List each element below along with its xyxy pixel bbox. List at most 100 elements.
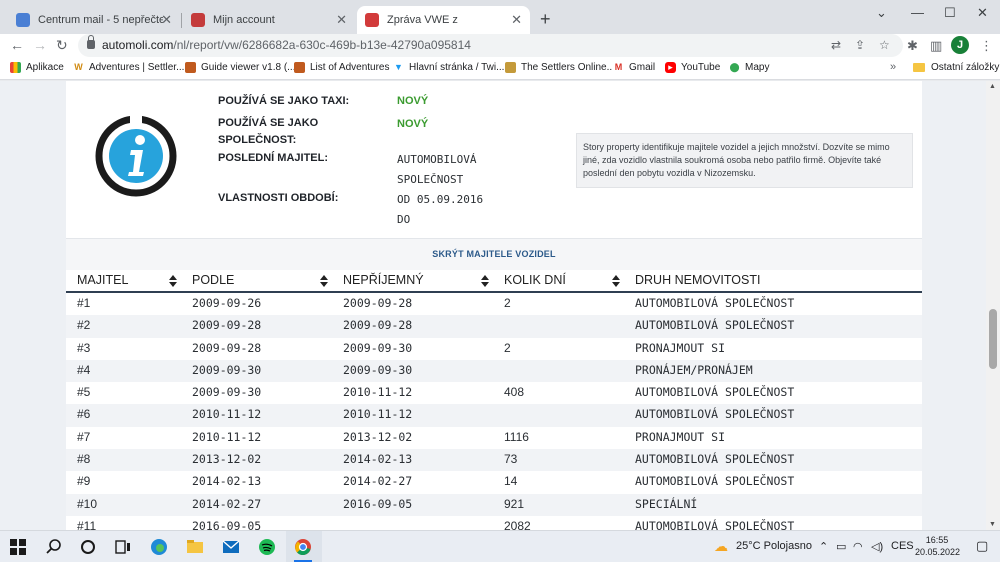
maximize-icon[interactable]: ☐ bbox=[944, 5, 956, 21]
weather-text[interactable]: 25°C Polojasno bbox=[736, 540, 812, 552]
sort-icon[interactable] bbox=[320, 275, 328, 287]
column-header-owner[interactable]: MAJITEL bbox=[77, 273, 128, 287]
from-date-cell: 2010-11-12 bbox=[192, 429, 262, 444]
system-clock[interactable]: 16:55 20.05.2022 bbox=[915, 534, 960, 558]
owner-index-cell: #3 bbox=[77, 340, 91, 355]
battery-icon[interactable]: ▭ bbox=[836, 540, 846, 553]
bookmark-other-folder[interactable]: Ostatní záložky bbox=[913, 62, 999, 73]
tab-search-chevron-icon[interactable]: ⌄ bbox=[876, 5, 887, 21]
weather-icon[interactable]: ☁ bbox=[714, 538, 728, 555]
sort-icon[interactable] bbox=[612, 275, 620, 287]
notifications-icon[interactable]: ▢ bbox=[976, 538, 988, 554]
extensions-icon[interactable]: ✱ bbox=[907, 38, 918, 54]
table-row: #1 2009-09-26 2009-09-28 2 AUTOMOBILOVÁ SPOL… bbox=[66, 293, 922, 315]
from-date-cell: 2009-09-30 bbox=[192, 385, 262, 400]
bookmark-settlers-online[interactable]: The Settlers Online... bbox=[505, 62, 615, 73]
bookmark-list-of-adventures[interactable]: List of Adventures bbox=[294, 62, 390, 73]
share-icon[interactable]: ⇪ bbox=[855, 38, 865, 52]
lock-icon bbox=[87, 35, 95, 49]
minimize-icon[interactable]: — bbox=[911, 5, 924, 20]
reload-icon[interactable]: ↻ bbox=[56, 37, 68, 54]
close-icon[interactable]: ✕ bbox=[336, 12, 347, 28]
task-view-icon[interactable] bbox=[114, 538, 132, 556]
language-indicator[interactable]: CES bbox=[891, 540, 914, 552]
translate-icon[interactable]: ⇄ bbox=[831, 38, 841, 52]
tab-strip: Centrum mail - 5 nepřečtených z ✕ Mijn a… bbox=[0, 0, 1000, 34]
days-cell: 2 bbox=[504, 340, 511, 355]
close-icon[interactable]: ✕ bbox=[511, 12, 522, 28]
column-header-from[interactable]: PODLE bbox=[192, 273, 234, 287]
table-row: #9 2014-02-13 2014-02-27 14 AUTOMOBILOVÁ SPO… bbox=[66, 471, 922, 493]
bookmark-label: Guide viewer v1.8 (... bbox=[201, 62, 296, 73]
column-header-to[interactable]: NEPŘÍJEMNÝ bbox=[343, 273, 424, 287]
days-cell: 73 bbox=[504, 452, 518, 467]
tab-separator bbox=[181, 13, 182, 28]
info-description-box: Story property identifikuje majitele voz… bbox=[576, 133, 913, 188]
column-header-days[interactable]: KOLIK DNÍ bbox=[504, 273, 566, 287]
bookmark-label: Mapy bbox=[745, 62, 770, 73]
bookmark-label: Ostatní záložky bbox=[931, 62, 1000, 73]
tab-mijn-account[interactable]: Mijn account ✕ bbox=[183, 6, 355, 34]
address-bar[interactable]: automoli.com/nl/report/vw/6286682a-630c-… bbox=[78, 34, 903, 57]
hide-owners-link[interactable]: SKRÝT MAJITELE VOZIDEL bbox=[66, 239, 922, 270]
profile-avatar[interactable]: J bbox=[951, 36, 969, 54]
back-arrow-icon[interactable]: ← bbox=[10, 37, 24, 53]
bookmark-star-icon[interactable]: ☆ bbox=[879, 38, 890, 52]
bookmark-aplikace[interactable]: Aplikace bbox=[10, 62, 64, 73]
from-date-cell: 2009-09-30 bbox=[192, 362, 262, 377]
windows-start-icon[interactable] bbox=[10, 539, 26, 555]
from-date-cell: 2014-02-13 bbox=[192, 474, 262, 489]
search-icon[interactable] bbox=[45, 538, 63, 556]
bookmark-guide-viewer[interactable]: Guide viewer v1.8 (... bbox=[185, 62, 295, 73]
bookmark-label: List of Adventures bbox=[310, 62, 390, 73]
field-value-company: NOVÝ bbox=[397, 118, 429, 130]
spotify-icon[interactable] bbox=[258, 538, 276, 556]
scroll-down-icon[interactable]: ▼ bbox=[989, 521, 996, 528]
bookmark-label: Hlavní stránka / Twi... bbox=[409, 62, 505, 73]
forward-arrow-icon[interactable]: → bbox=[33, 37, 47, 53]
volume-icon[interactable]: ◁) bbox=[871, 540, 883, 553]
tab-zprava-vwe[interactable]: Zpráva VWE z ✕ bbox=[357, 6, 530, 34]
sort-icon[interactable] bbox=[169, 275, 177, 287]
scrollbar-thumb[interactable] bbox=[989, 309, 997, 369]
new-tab-icon[interactable]: + bbox=[540, 9, 551, 30]
bookmark-youtube[interactable]: ▸ YouTube bbox=[665, 62, 720, 73]
w-icon: W bbox=[73, 62, 84, 73]
edge-browser-icon[interactable] bbox=[150, 538, 168, 556]
from-date-cell: 2009-09-28 bbox=[192, 340, 262, 355]
property-type-cell: PRONÁJEM/PRONÁJEM bbox=[635, 362, 753, 377]
wifi-icon[interactable]: ◠ bbox=[853, 540, 863, 553]
sort-icon[interactable] bbox=[481, 275, 489, 287]
windows-taskbar: ☁ 25°C Polojasno ⌃ ▭ ◠ ◁) CES 16:55 20.0… bbox=[0, 530, 1000, 562]
days-cell: 921 bbox=[504, 496, 525, 511]
bookmark-label: YouTube bbox=[681, 62, 721, 73]
field-label-taxi: POUŽÍVÁ SE JAKO TAXI: bbox=[218, 95, 350, 107]
scroll-up-icon[interactable]: ▲ bbox=[989, 83, 996, 90]
mail-icon[interactable] bbox=[222, 538, 240, 556]
report-card: POUŽÍVÁ SE JAKO TAXI: NOVÝ POUŽÍVÁ SE JA… bbox=[66, 81, 922, 530]
chrome-icon[interactable] bbox=[294, 538, 312, 556]
property-type-cell: SPECIÁLNÍ bbox=[635, 496, 698, 511]
bookmark-twitter[interactable]: ▼ Hlavní stránka / Twi... bbox=[393, 62, 504, 73]
settlers-icon bbox=[505, 62, 516, 73]
menu-dots-icon[interactable]: ⋮ bbox=[980, 38, 993, 54]
tab-centrum-mail[interactable]: Centrum mail - 5 nepřečtených z ✕ bbox=[8, 6, 180, 34]
bookmark-mapy[interactable]: ⬤ Mapy bbox=[729, 62, 769, 73]
tab-label: Mijn account bbox=[213, 14, 275, 26]
close-icon[interactable]: ✕ bbox=[161, 12, 172, 28]
to-date-cell: 2009-09-30 bbox=[343, 340, 413, 355]
scrollbar-track[interactable] bbox=[986, 81, 1000, 530]
bookmark-adventures[interactable]: W Adventures | Settler... bbox=[73, 62, 184, 73]
side-panel-icon[interactable]: ▥ bbox=[930, 38, 942, 54]
cortana-icon[interactable] bbox=[79, 538, 97, 556]
column-header-property-type[interactable]: DRUH NEMOVITOSTI bbox=[635, 273, 760, 287]
bookmark-gmail[interactable]: M Gmail bbox=[613, 62, 655, 73]
info-logo-icon bbox=[95, 114, 177, 197]
to-date-cell: 2009-09-30 bbox=[343, 362, 413, 377]
file-explorer-icon[interactable] bbox=[186, 538, 204, 556]
tray-chevron-up-icon[interactable]: ⌃ bbox=[819, 540, 828, 553]
guide-icon bbox=[294, 62, 305, 73]
more-bookmarks-icon[interactable]: » bbox=[890, 61, 896, 73]
owner-index-cell: #10 bbox=[77, 496, 98, 511]
window-close-icon[interactable]: ✕ bbox=[977, 5, 988, 21]
